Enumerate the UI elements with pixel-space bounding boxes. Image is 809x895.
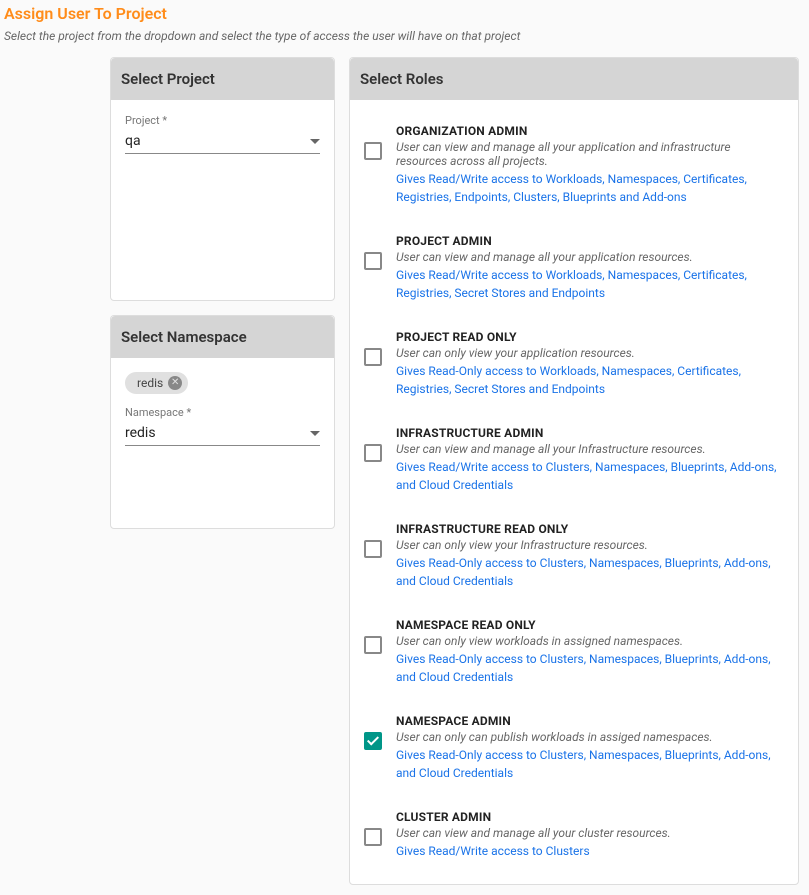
- role-permissions: Gives Read-Only access to Clusters, Name…: [396, 650, 780, 686]
- role-permissions: Gives Read/Write access to Workloads, Na…: [396, 170, 780, 206]
- chip-remove-icon[interactable]: ✕: [168, 376, 182, 390]
- role-text: INFRASTRUCTURE ADMIN User can view and ma…: [396, 426, 780, 494]
- project-field-label: Project *: [125, 114, 320, 127]
- role-row: ORGANIZATION ADMIN User can view and mana…: [364, 110, 780, 220]
- caret-down-icon: [310, 431, 320, 436]
- role-name: PROJECT ADMIN: [396, 234, 780, 248]
- namespace-field-label: Namespace *: [125, 406, 320, 419]
- project-select[interactable]: qa: [125, 129, 320, 154]
- caret-down-icon: [310, 139, 320, 144]
- role-description: User can view and manage all your applic…: [396, 250, 780, 264]
- role-text: NAMESPACE ADMIN User can only can publish…: [396, 714, 780, 782]
- role-text: PROJECT ADMIN User can view and manage al…: [396, 234, 780, 302]
- role-description: User can only view your application reso…: [396, 346, 780, 360]
- role-row: PROJECT READ ONLY User can only view your…: [364, 316, 780, 412]
- role-row: PROJECT ADMIN User can view and manage al…: [364, 220, 780, 316]
- role-description: User can only view your Infrastructure r…: [396, 538, 780, 552]
- namespace-select-value: redis: [125, 425, 156, 441]
- role-checkbox[interactable]: [364, 828, 382, 846]
- role-text: ORGANIZATION ADMIN User can view and mana…: [396, 124, 780, 206]
- role-description: User can view and manage all your applic…: [396, 140, 780, 168]
- page-title: Assign User To Project: [0, 0, 809, 29]
- role-permissions: Gives Read-Only access to Workloads, Nam…: [396, 362, 780, 398]
- select-namespace-header: Select Namespace: [111, 316, 334, 358]
- role-row: INFRASTRUCTURE ADMIN User can view and ma…: [364, 412, 780, 508]
- role-text: CLUSTER ADMIN User can view and manage al…: [396, 810, 780, 860]
- namespace-chip-label: redis: [137, 376, 163, 390]
- role-name: CLUSTER ADMIN: [396, 810, 780, 824]
- role-name: NAMESPACE READ ONLY: [396, 618, 780, 632]
- role-text: NAMESPACE READ ONLY User can only view wo…: [396, 618, 780, 686]
- role-row: CLUSTER ADMIN User can view and manage al…: [364, 796, 780, 874]
- role-checkbox[interactable]: [364, 636, 382, 654]
- namespace-select[interactable]: redis: [125, 421, 320, 446]
- role-permissions: Gives Read-Only access to Clusters, Name…: [396, 746, 780, 782]
- role-name: PROJECT READ ONLY: [396, 330, 780, 344]
- role-checkbox[interactable]: [364, 348, 382, 366]
- role-checkbox[interactable]: [364, 444, 382, 462]
- role-description: User can view and manage all your cluste…: [396, 826, 780, 840]
- project-select-value: qa: [125, 133, 141, 149]
- page-subtitle: Select the project from the dropdown and…: [0, 29, 809, 57]
- role-description: User can view and manage all your Infras…: [396, 442, 780, 456]
- role-name: INFRASTRUCTURE READ ONLY: [396, 522, 780, 536]
- role-checkbox[interactable]: [364, 540, 382, 558]
- role-checkbox[interactable]: [364, 732, 382, 750]
- role-permissions: Gives Read-Only access to Clusters, Name…: [396, 554, 780, 590]
- role-permissions: Gives Read/Write access to Clusters, Nam…: [396, 458, 780, 494]
- role-checkbox[interactable]: [364, 252, 382, 270]
- role-row: INFRASTRUCTURE READ ONLY User can only vi…: [364, 508, 780, 604]
- select-project-header: Select Project: [111, 58, 334, 100]
- role-row: NAMESPACE READ ONLY User can only view wo…: [364, 604, 780, 700]
- role-permissions: Gives Read/Write access to Clusters: [396, 842, 780, 860]
- select-project-panel: Select Project Project * qa: [110, 57, 335, 301]
- role-description: User can only can publish workloads in a…: [396, 730, 780, 744]
- role-permissions: Gives Read/Write access to Workloads, Na…: [396, 266, 780, 302]
- role-name: ORGANIZATION ADMIN: [396, 124, 780, 138]
- role-text: PROJECT READ ONLY User can only view your…: [396, 330, 780, 398]
- namespace-chip: redis ✕: [125, 372, 188, 394]
- role-description: User can only view workloads in assigned…: [396, 634, 780, 648]
- role-checkbox[interactable]: [364, 142, 382, 160]
- select-namespace-panel: Select Namespace redis ✕ Namespace * red…: [110, 315, 335, 529]
- role-name: INFRASTRUCTURE ADMIN: [396, 426, 780, 440]
- role-name: NAMESPACE ADMIN: [396, 714, 780, 728]
- role-text: INFRASTRUCTURE READ ONLY User can only vi…: [396, 522, 780, 590]
- select-roles-panel: Select Roles ORGANIZATION ADMIN User can …: [349, 57, 799, 885]
- select-roles-header: Select Roles: [350, 58, 798, 100]
- role-row: NAMESPACE ADMIN User can only can publish…: [364, 700, 780, 796]
